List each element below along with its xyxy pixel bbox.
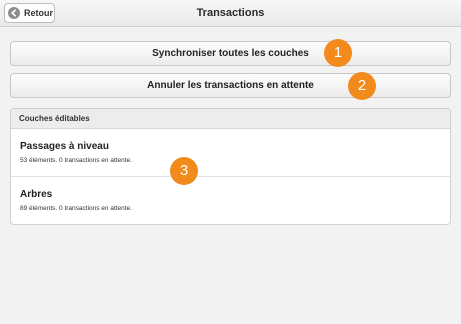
layer-description: 53 éléments. 0 transactions en attente. — [20, 157, 133, 164]
callout-badge-1: 1 — [324, 39, 352, 67]
layer-item-arbres[interactable]: Arbres 89 éléments. 0 transactions en at… — [11, 177, 450, 224]
editable-layers-header: Couches éditables — [11, 109, 450, 129]
callout-badge-2: 2 — [348, 72, 376, 100]
cancel-pending-transactions-button[interactable]: Annuler les transactions en attente — [10, 73, 451, 98]
navigation-bar: Retour Transactions — [0, 0, 461, 27]
sync-all-layers-button[interactable]: Synchroniser toutes les couches — [10, 41, 451, 66]
page-title: Transactions — [196, 7, 265, 19]
editable-layers-panel: Couches éditables Passages à niveau 53 é… — [10, 108, 451, 225]
layer-item-passages-a-niveau[interactable]: Passages à niveau 53 éléments. 0 transac… — [11, 129, 450, 177]
callout-badge-3: 3 — [170, 157, 198, 185]
layer-name: Passages à niveau — [20, 141, 109, 152]
layer-description: 89 éléments. 0 transactions en attente. — [20, 205, 133, 212]
layer-name: Arbres — [20, 189, 53, 200]
